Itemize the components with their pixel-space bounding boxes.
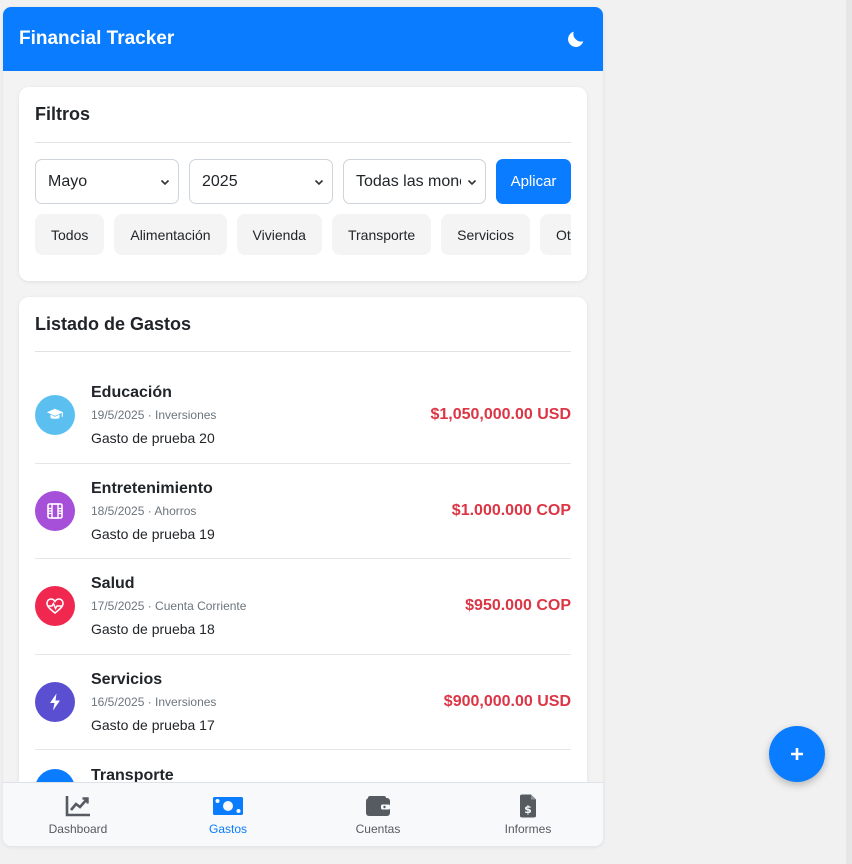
- add-expense-button[interactable]: [769, 726, 825, 782]
- graduation-cap-icon: [46, 408, 64, 419]
- month-select-value: Mayo: [48, 172, 88, 190]
- chip-alimentacion[interactable]: Alimentación: [114, 214, 227, 255]
- expenses-title: Listado de Gastos: [35, 297, 571, 352]
- nav-dashboard[interactable]: Dashboard: [3, 783, 153, 846]
- page-scrollbar[interactable]: [846, 0, 852, 864]
- expense-meta: 16/5/2025 · Inversiones: [91, 694, 217, 709]
- nav-informes[interactable]: $ Informes: [453, 783, 603, 846]
- nav-dashboard-label: Dashboard: [48, 822, 108, 836]
- nav-cuentas-label: Cuentas: [355, 822, 401, 836]
- chart-line-icon: [65, 793, 91, 819]
- expense-info: Transporte: [91, 767, 571, 782]
- expense-description: Gasto de prueba 20: [91, 430, 215, 447]
- wallet-icon: [365, 793, 391, 819]
- expense-category: Salud: [91, 575, 135, 593]
- heart-pulse-icon: [46, 598, 64, 615]
- svg-text:$: $: [524, 803, 532, 816]
- moon-icon[interactable]: [565, 28, 587, 50]
- expenses-card: Listado de Gastos Educación 19/5/2025 · …: [19, 297, 587, 782]
- chip-transporte[interactable]: Transporte: [331, 214, 432, 255]
- chip-vivienda[interactable]: Vivienda: [236, 214, 322, 255]
- chevron-down-icon: [314, 177, 324, 187]
- year-select[interactable]: 2025: [189, 159, 333, 204]
- expense-meta: 17/5/2025 · Cuenta Corriente: [91, 599, 247, 614]
- expense-icon-bg: [35, 681, 75, 722]
- nav-gastos[interactable]: Gastos: [153, 783, 303, 846]
- chip-servicios[interactable]: Servicios: [441, 214, 530, 255]
- currency-select[interactable]: Todas las monedas: [343, 159, 486, 204]
- plus-icon: [791, 748, 803, 760]
- expense-info: Salud 17/5/2025 · Cuenta Corriente Gasto…: [91, 575, 465, 637]
- chip-otros[interactable]: Otros: [539, 214, 571, 255]
- expense-description: Gasto de prueba 19: [91, 525, 215, 542]
- expense-icon-bg: [35, 769, 75, 782]
- expense-icon-bg: [35, 586, 75, 627]
- year-select-value: 2025: [202, 172, 238, 190]
- expense-item[interactable]: Entretenimiento 18/5/2025 · Ahorros Gast…: [35, 464, 571, 559]
- filters-card: Filtros Mayo 2025 Todas las monedas Apli…: [19, 87, 587, 281]
- main-content: Filtros Mayo 2025 Todas las monedas Apli…: [3, 71, 603, 782]
- expense-category: Entretenimiento: [91, 479, 213, 497]
- expense-icon-bg: [35, 395, 75, 436]
- filter-controls: Mayo 2025 Todas las monedas Aplicar: [35, 159, 571, 205]
- file-invoice-dollar-icon: $: [519, 793, 537, 819]
- film-icon: [47, 502, 63, 519]
- expense-category: Servicios: [91, 670, 163, 688]
- app-title: Financial Tracker: [19, 28, 175, 49]
- month-select[interactable]: Mayo: [35, 159, 179, 204]
- filters-title: Filtros: [35, 87, 571, 143]
- expense-item[interactable]: Servicios 16/5/2025 · Inversiones Gasto …: [35, 655, 571, 750]
- expense-item[interactable]: Educación 19/5/2025 · Inversiones Gasto …: [35, 368, 571, 464]
- nav-gastos-label: Gastos: [208, 822, 247, 836]
- chevron-down-icon: [160, 177, 170, 187]
- expense-item[interactable]: Transporte: [35, 750, 571, 782]
- expense-info: Servicios 16/5/2025 · Inversiones Gasto …: [91, 671, 444, 733]
- app-header: Financial Tracker: [3, 7, 603, 71]
- chip-todos[interactable]: Todos: [35, 214, 105, 255]
- expense-description: Gasto de prueba 18: [91, 621, 215, 638]
- expense-meta: 19/5/2025 · Inversiones: [91, 408, 217, 423]
- bottom-nav: Dashboard Gastos Cuentas $ Informes: [3, 782, 603, 846]
- expense-info: Educación 19/5/2025 · Inversiones Gasto …: [91, 384, 430, 446]
- category-chips: Todos Alimentación Vivienda Transporte S…: [35, 214, 571, 255]
- expense-meta: 18/5/2025 · Ahorros: [91, 503, 197, 518]
- expense-icon-bg: [35, 490, 75, 531]
- bolt-icon: [50, 693, 60, 711]
- app-window: Financial Tracker Filtros Mayo 2025 Toda…: [3, 7, 603, 846]
- expense-amount: $900,000.00 USD: [443, 692, 571, 710]
- currency-select-value: Todas las monedas: [356, 172, 461, 190]
- expense-item[interactable]: Salud 17/5/2025 · Cuenta Corriente Gasto…: [35, 559, 571, 655]
- expense-amount: $1.000.000 COP: [451, 501, 571, 519]
- nav-cuentas[interactable]: Cuentas: [303, 783, 453, 846]
- expense-description: Gasto de prueba 17: [91, 716, 215, 733]
- money-bill-icon: [212, 793, 244, 819]
- expense-amount: $1,050,000.00 USD: [430, 406, 571, 424]
- expense-category: Transporte: [91, 767, 174, 782]
- expense-category: Educación: [91, 384, 172, 402]
- expense-info: Entretenimiento 18/5/2025 · Ahorros Gast…: [91, 480, 452, 542]
- chevron-down-icon: [467, 177, 477, 187]
- expense-amount: $950.000 COP: [465, 597, 571, 615]
- nav-informes-label: Informes: [504, 822, 552, 836]
- apply-button[interactable]: Aplicar: [496, 159, 571, 204]
